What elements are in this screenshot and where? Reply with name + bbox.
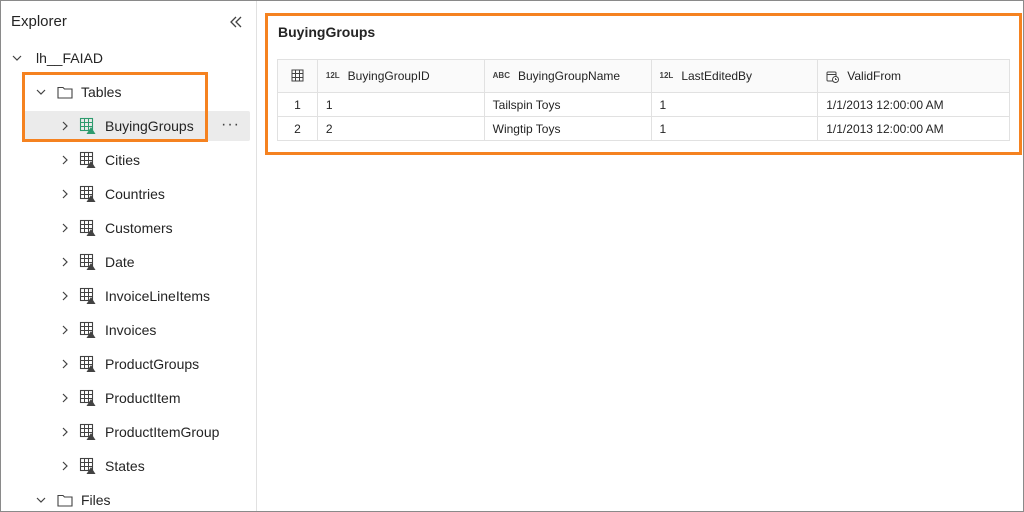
explorer-title: Explorer <box>11 13 67 30</box>
tree-item-table[interactable]: Customers <box>1 213 257 243</box>
chevron-down-icon <box>12 55 22 61</box>
table-icon <box>79 457 96 474</box>
table-cell[interactable]: 1/1/2013 12:00:00 AM <box>817 92 1010 117</box>
column-header-label: BuyingGroupName <box>517 69 621 83</box>
integer-type-icon: 12L <box>325 71 340 80</box>
table-label: Invoices <box>105 322 157 338</box>
tree-item-table[interactable]: Countries <box>1 179 257 209</box>
tree-item-files-folder[interactable]: Files <box>1 485 257 512</box>
table-label: ProductItem <box>105 390 181 406</box>
column-header-label: ValidFrom <box>847 69 902 83</box>
chevron-right-icon <box>62 121 68 131</box>
table-icon <box>79 321 96 338</box>
table-label: Date <box>105 254 135 270</box>
column-header[interactable]: ABC BuyingGroupName <box>483 59 652 93</box>
table-icon <box>79 355 96 372</box>
integer-type-icon: 12L <box>659 71 674 80</box>
tree-item-table[interactable]: Cities <box>1 145 257 175</box>
table-icon <box>79 287 96 304</box>
tree-item-table[interactable]: Invoices <box>1 315 257 345</box>
table-icon <box>79 151 96 168</box>
data-grid: 12L BuyingGroupID ABC BuyingGroupName 12L L… <box>277 59 1010 141</box>
text-type-icon: ABC <box>492 71 510 80</box>
tree-item-table[interactable]: Date <box>1 247 257 277</box>
column-header-label: LastEditedBy <box>681 69 753 83</box>
table-label: Cities <box>105 152 141 168</box>
table-label: ProductGroups <box>105 356 200 372</box>
table-cell[interactable]: 1 <box>316 92 485 117</box>
tree-item-table[interactable]: ProductItemGroup <box>1 417 257 447</box>
table-cell[interactable]: Wingtip Toys <box>483 116 652 141</box>
chevron-right-icon <box>62 325 68 335</box>
table-preview-panel: BuyingGroups 12L BuyingGroupID ABC BuyingG… <box>268 16 1020 153</box>
tree-item-table[interactable]: InvoiceLineItems <box>1 281 257 311</box>
tables-folder-label: Tables <box>81 84 122 100</box>
more-options-icon[interactable]: ··· <box>221 115 240 135</box>
chevron-right-icon <box>62 291 68 301</box>
lakehouse-label: lh__FAIAD <box>36 50 103 66</box>
collapse-pane-icon[interactable] <box>227 13 245 31</box>
chevron-down-icon <box>36 497 46 503</box>
tree-item-table[interactable]: States <box>1 451 257 481</box>
table-label: Customers <box>105 220 173 236</box>
table-cell[interactable]: 1 <box>650 92 819 117</box>
table-row[interactable]: 1 1 Tailspin Toys 1 1/1/2013 12:00:00 AM <box>277 92 1010 117</box>
table-label: BuyingGroups <box>105 118 194 134</box>
grid-icon <box>291 69 304 82</box>
table-icon <box>79 117 96 134</box>
column-header[interactable]: 12L LastEditedBy <box>650 59 819 93</box>
column-header[interactable]: 12L BuyingGroupID <box>316 59 485 93</box>
tree-item-table[interactable]: ProductItem <box>1 383 257 413</box>
tree-item-lakehouse[interactable]: lh__FAIAD <box>1 43 257 73</box>
datetime-icon <box>826 71 840 83</box>
folder-icon <box>57 494 73 507</box>
chevron-down-icon <box>36 89 46 95</box>
table-cell[interactable]: 1 <box>650 116 819 141</box>
column-header-label: BuyingGroupID <box>347 69 430 83</box>
files-folder-label: Files <box>81 492 111 508</box>
tree-item-table[interactable]: ProductGroups <box>1 349 257 379</box>
row-number: 2 <box>277 116 318 141</box>
table-icon <box>79 219 96 236</box>
table-icon <box>79 423 96 440</box>
table-icon <box>79 185 96 202</box>
table-cell[interactable]: 2 <box>316 116 485 141</box>
table-label: InvoiceLineItems <box>105 288 211 304</box>
chevron-right-icon <box>62 393 68 403</box>
select-all-cell[interactable] <box>277 59 318 93</box>
header-row: 12L BuyingGroupID ABC BuyingGroupName 12L L… <box>277 59 1010 93</box>
tree-item-tables-folder[interactable]: Tables <box>1 77 257 107</box>
chevron-right-icon <box>62 223 68 233</box>
table-cell[interactable]: 1/1/2013 12:00:00 AM <box>817 116 1010 141</box>
table-label: Countries <box>105 186 165 202</box>
table-label: ProductItemGroup <box>105 424 220 440</box>
table-icon <box>79 253 96 270</box>
tree-item-table[interactable]: BuyingGroups ··· <box>23 111 250 141</box>
row-number: 1 <box>277 92 318 117</box>
table-icon <box>79 389 96 406</box>
table-label: States <box>105 458 145 474</box>
folder-icon <box>57 86 73 99</box>
chevron-right-icon <box>62 155 68 165</box>
table-cell[interactable]: Tailspin Toys <box>483 92 652 117</box>
chevron-right-icon <box>62 257 68 267</box>
preview-title: BuyingGroups <box>278 24 376 40</box>
chevron-right-icon <box>62 359 68 369</box>
column-header[interactable]: ValidFrom <box>817 59 1010 93</box>
chevron-right-icon <box>62 461 68 471</box>
chevron-right-icon <box>62 189 68 199</box>
table-row[interactable]: 2 2 Wingtip Toys 1 1/1/2013 12:00:00 AM <box>277 116 1010 141</box>
explorer-pane: Explorer lh__FAIAD Tables BuyingGroups ·… <box>1 1 257 511</box>
chevron-right-icon <box>62 427 68 437</box>
